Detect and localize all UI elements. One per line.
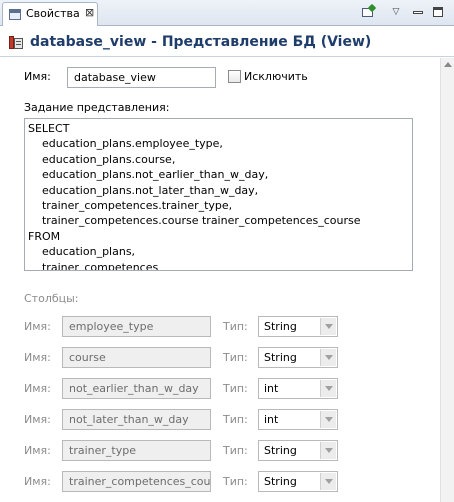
exclude-checkbox[interactable] — [228, 70, 241, 83]
name-input[interactable]: database_view — [67, 67, 216, 88]
chevron-down-icon — [320, 380, 336, 397]
view-menu-icon[interactable]: ▽ — [388, 4, 404, 20]
column-name-input: not_earlier_than_w_day — [62, 378, 211, 399]
close-tab-icon[interactable]: ⊠ — [85, 6, 94, 19]
view-tab-bar: Свойства ⊠ ▽ — [0, 0, 454, 26]
chevron-down-icon — [320, 349, 336, 366]
column-type-select: String — [258, 471, 338, 492]
column-name-input: course — [62, 347, 211, 368]
page-title: database_view - Представление БД (View) — [30, 34, 372, 50]
column-type-value: String — [264, 351, 297, 364]
column-type-select: String — [258, 316, 338, 337]
column-name-label: Имя: — [24, 475, 51, 488]
column-type-select: String — [258, 347, 338, 368]
column-type-value: int — [264, 413, 279, 426]
column-type-label: Тип: — [223, 351, 248, 364]
exclude-label: Исключить — [244, 70, 308, 83]
chevron-down-icon — [320, 411, 336, 428]
column-type-label: Тип: — [223, 382, 248, 395]
definition-label: Задание представления: — [24, 101, 170, 114]
minimize-icon[interactable] — [410, 4, 426, 20]
vertical-scrollbar[interactable] — [440, 58, 454, 502]
scroll-up-icon[interactable] — [444, 62, 452, 67]
properties-header: database_view - Представление БД (View) — [0, 27, 454, 57]
column-name-input: trainer_type — [62, 440, 211, 461]
column-name-input: trainer_competences_course — [62, 471, 211, 492]
column-name-label: Имя: — [24, 351, 51, 364]
column-type-value: int — [264, 382, 279, 395]
column-type-select: int — [258, 409, 338, 430]
column-type-value: String — [264, 475, 297, 488]
column-name-input: not_later_than_w_day — [62, 409, 211, 430]
chevron-down-icon — [320, 473, 336, 490]
column-name-label: Имя: — [24, 413, 51, 426]
column-type-value: String — [264, 320, 297, 333]
column-name-input: employee_type — [62, 316, 211, 337]
column-name-label: Имя: — [24, 382, 51, 395]
maximize-icon[interactable] — [430, 4, 446, 20]
column-type-label: Тип: — [223, 475, 248, 488]
column-type-select: int — [258, 378, 338, 399]
columns-label: Столбцы: — [24, 292, 79, 305]
chevron-down-icon — [320, 318, 336, 335]
tab-properties[interactable]: Свойства ⊠ — [2, 2, 98, 26]
column-type-label: Тип: — [223, 444, 248, 457]
column-name-label: Имя: — [24, 320, 51, 333]
view-definition-textarea[interactable]: SELECT education_plans.employee_type, ed… — [24, 118, 413, 271]
column-type-value: String — [264, 444, 297, 457]
column-type-select: String — [258, 440, 338, 461]
chevron-down-icon — [320, 442, 336, 459]
pin-icon[interactable] — [360, 3, 377, 20]
column-type-label: Тип: — [223, 413, 248, 426]
column-name-label: Имя: — [24, 444, 51, 457]
column-type-label: Тип: — [223, 320, 248, 333]
name-label: Имя: — [24, 70, 51, 83]
database-view-icon — [9, 36, 23, 49]
tab-properties-label: Свойства — [26, 7, 80, 20]
properties-icon — [9, 9, 21, 20]
